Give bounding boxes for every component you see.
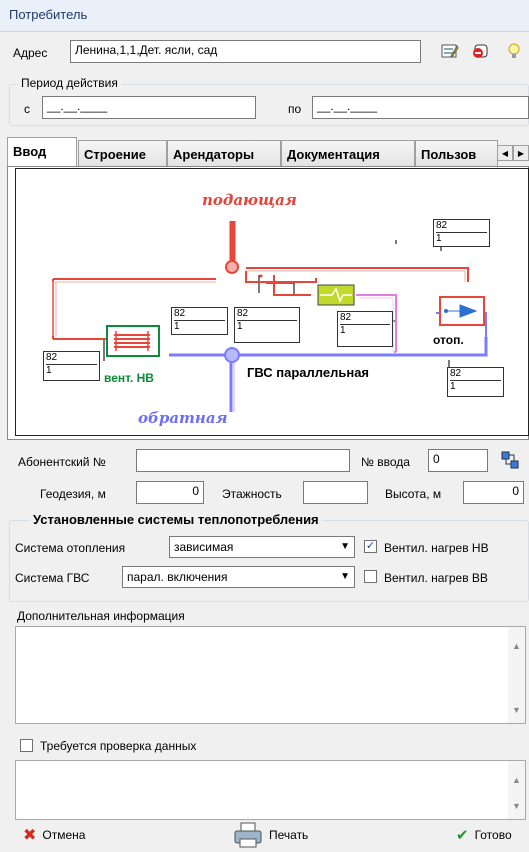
gvs-label: ГВС параллельная bbox=[247, 365, 370, 380]
vent-hv-label: Вентил. нагрев НВ bbox=[384, 541, 489, 555]
print-button-label: Печать bbox=[269, 828, 309, 842]
floors-label: Этажность bbox=[222, 487, 282, 501]
tab-scroll-right-button[interactable]: ▶ bbox=[513, 145, 529, 161]
vent-vv-checkbox[interactable] bbox=[364, 570, 377, 583]
tab-tenants[interactable]: Арендаторы bbox=[167, 140, 281, 166]
tab-building[interactable]: Строение bbox=[78, 140, 167, 166]
supply-label: подающая bbox=[202, 191, 297, 209]
subscriber-label: Абонентский № bbox=[18, 455, 106, 469]
period-from-field[interactable]: __.__.____ bbox=[42, 96, 256, 119]
check-data-scrollbar[interactable]: ▲ ▼ bbox=[508, 761, 525, 819]
check-data-label: Требуется проверка данных bbox=[40, 739, 197, 753]
period-from-label: с bbox=[24, 102, 30, 116]
done-button-label: Готово bbox=[474, 828, 512, 842]
meter-top-value: 82 bbox=[174, 308, 186, 319]
vent-label: вент. НВ bbox=[104, 371, 154, 385]
input-number-label: № ввода bbox=[361, 455, 410, 469]
chevron-down-icon: ▼ bbox=[340, 571, 350, 582]
printer-icon bbox=[234, 822, 262, 848]
checkmark-icon: ✔ bbox=[456, 827, 469, 844]
return-label: обратная bbox=[138, 409, 228, 427]
check-data-checkbox[interactable] bbox=[20, 739, 33, 752]
done-button[interactable]: ✔ Готово bbox=[456, 826, 512, 844]
cancel-button-label: Отмена bbox=[42, 828, 86, 842]
heating-system-value: зависимая bbox=[174, 540, 234, 554]
meter-box: 82 1 bbox=[447, 367, 504, 397]
bulb-icon[interactable] bbox=[504, 41, 529, 61]
tab-documentation[interactable]: Документация bbox=[281, 140, 415, 166]
heating-label: отоп. bbox=[433, 333, 464, 347]
period-title: Период действия bbox=[18, 76, 121, 90]
tab-users[interactable]: Пользов bbox=[415, 140, 498, 166]
edit-icon[interactable] bbox=[440, 41, 460, 61]
heating-system-select[interactable]: зависимая ▼ bbox=[169, 536, 355, 558]
address-field[interactable]: Ленина,1,1,Дет. ясли, сад bbox=[70, 40, 421, 63]
cancel-x-icon: ✖ bbox=[23, 827, 37, 844]
input-number-field[interactable]: 0 bbox=[428, 449, 488, 472]
meter-bottom-value: 1 bbox=[340, 324, 390, 337]
meter-bottom-value: 1 bbox=[174, 320, 225, 333]
print-button[interactable]: Печать bbox=[233, 822, 308, 848]
gvs-system-label: Система ГВС bbox=[15, 571, 90, 585]
meter-bottom-value: 1 bbox=[450, 380, 501, 393]
address-label: Адрес bbox=[13, 46, 48, 60]
extra-info-scrollbar[interactable]: ▲ ▼ bbox=[508, 627, 525, 723]
meter-top-value: 82 bbox=[237, 308, 249, 319]
extra-info-field[interactable]: ▲ ▼ bbox=[15, 626, 526, 724]
meter-top-value: 82 bbox=[450, 368, 462, 379]
window-title: Потребитель bbox=[0, 0, 529, 32]
meter-box: 82 1 bbox=[234, 307, 300, 343]
connect-icon[interactable] bbox=[500, 450, 520, 470]
tab-input[interactable]: Ввод bbox=[7, 137, 77, 167]
vent-hv-checkbox[interactable]: ✓ bbox=[364, 540, 377, 553]
cancel-button[interactable]: ✖ Отмена bbox=[23, 825, 85, 845]
meter-box: 82 1 bbox=[171, 307, 228, 335]
period-to-field[interactable]: __.__.____ bbox=[312, 96, 529, 119]
height-label: Высота, м bbox=[385, 487, 442, 501]
meter-top-value: 82 bbox=[46, 352, 58, 363]
meter-box: 82 1 bbox=[433, 219, 490, 247]
geodesy-field[interactable]: 0 bbox=[136, 481, 204, 504]
meter-bottom-value: 1 bbox=[46, 364, 97, 377]
meter-top-value: 82 bbox=[436, 220, 448, 231]
geodesy-label: Геодезия, м bbox=[40, 487, 106, 501]
meter-box: 82 1 bbox=[337, 311, 393, 347]
chevron-down-icon: ▼ bbox=[340, 541, 350, 552]
heating-system-label: Система отопления bbox=[15, 541, 126, 555]
meter-bottom-value: 1 bbox=[436, 232, 487, 245]
subscriber-field[interactable] bbox=[136, 449, 350, 472]
gvs-system-value: парал. включения bbox=[127, 570, 228, 584]
meter-top-value: 82 bbox=[340, 312, 352, 323]
period-to-label: по bbox=[288, 102, 302, 116]
floors-field[interactable] bbox=[303, 481, 368, 504]
vent-vv-label: Вентил. нагрев ВВ bbox=[384, 571, 488, 585]
meter-box: 82 1 bbox=[43, 351, 100, 381]
extra-info-label: Дополнительная информация bbox=[17, 609, 185, 623]
check-data-notes-field[interactable]: ▲ ▼ bbox=[15, 760, 526, 820]
height-field[interactable]: 0 bbox=[463, 481, 524, 504]
heating-diagram: 82 1 82 1 82 1 82 1 82 1 82 1 подающая обратна… bbox=[15, 168, 529, 436]
tab-scroll-left-button[interactable]: ◀ bbox=[497, 145, 513, 161]
systems-group bbox=[9, 520, 529, 602]
gvs-system-select[interactable]: парал. включения ▼ bbox=[122, 566, 355, 588]
systems-title: Установленные системы теплопотребления bbox=[30, 512, 322, 527]
meter-bottom-value: 1 bbox=[237, 320, 297, 333]
remove-icon[interactable] bbox=[471, 41, 491, 61]
